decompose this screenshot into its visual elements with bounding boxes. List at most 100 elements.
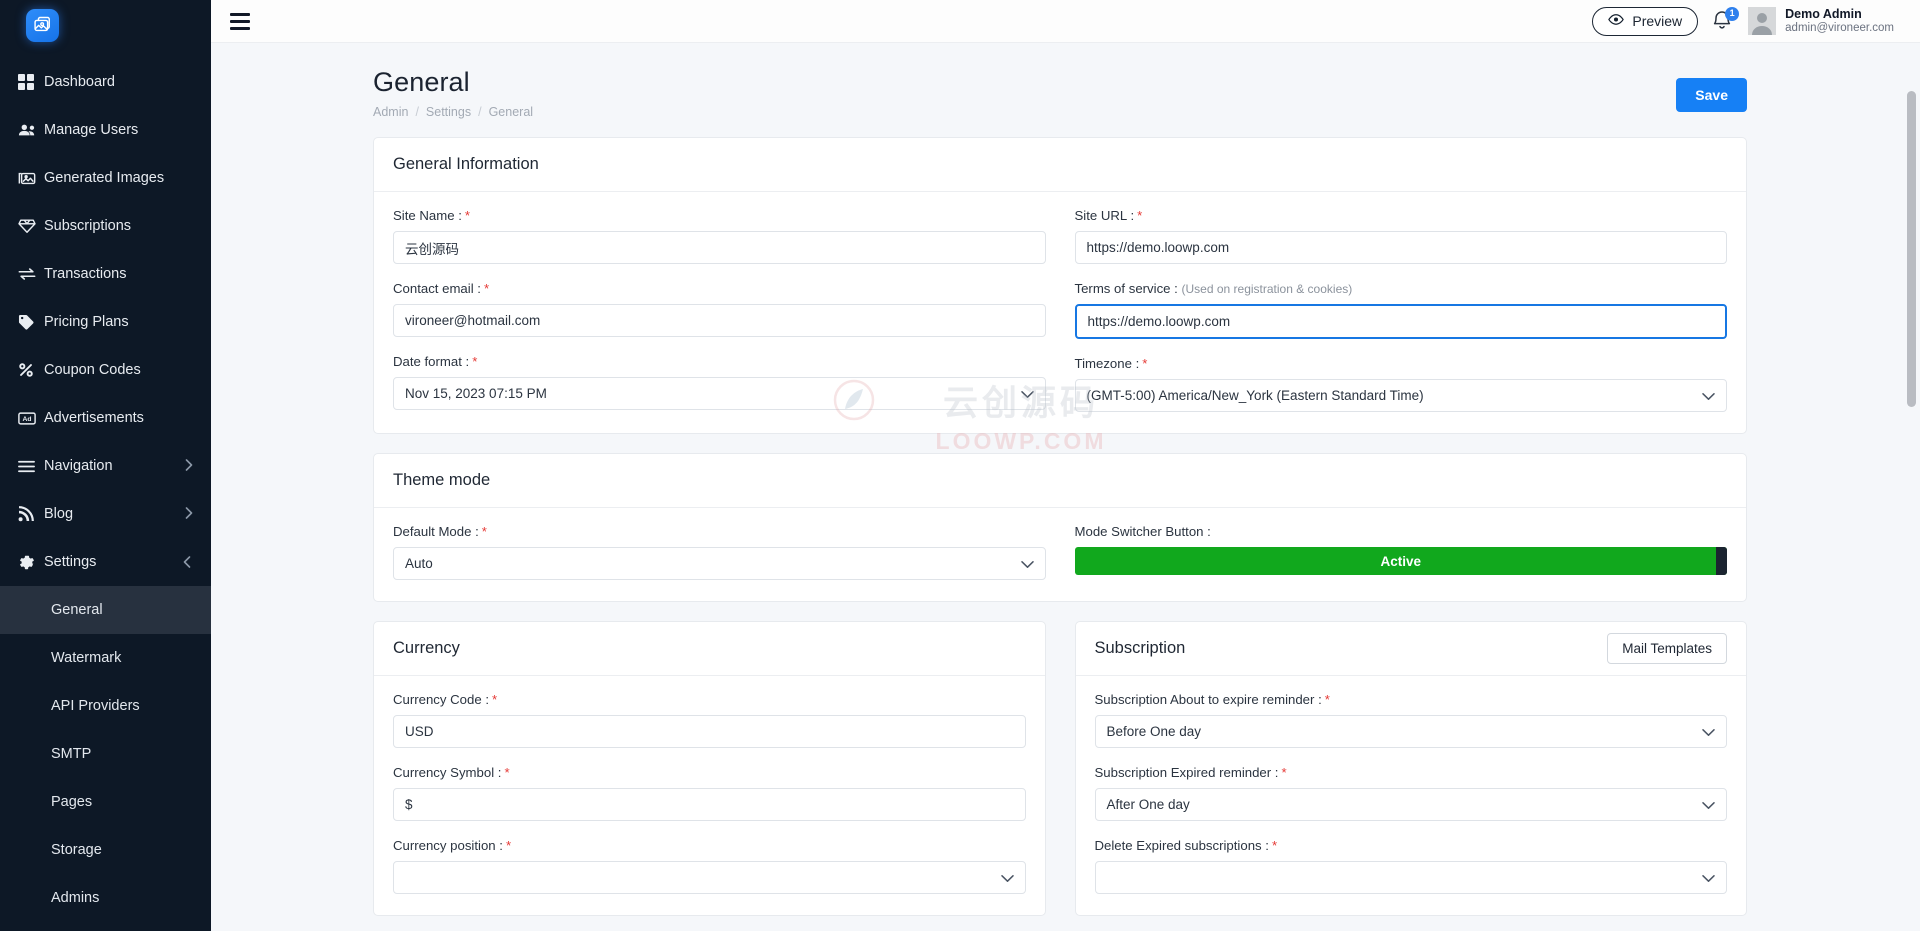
chevron-down-icon xyxy=(1000,870,1014,885)
sidebar-item-storage[interactable]: Storage xyxy=(0,826,211,874)
save-button[interactable]: Save xyxy=(1676,78,1747,112)
photo-icon xyxy=(18,171,44,186)
app-root: Dashboard Manage Users Generated Images … xyxy=(0,0,1920,931)
default-mode-select[interactable]: Auto xyxy=(393,547,1046,580)
sidebar-item-coupon-codes[interactable]: Coupon Codes xyxy=(0,346,211,394)
expired-reminder-select[interactable]: After One day xyxy=(1094,788,1727,821)
sidebar-item-general[interactable]: General xyxy=(0,586,211,634)
bars-icon xyxy=(18,460,44,473)
default-mode-label: Default Mode : * xyxy=(393,524,1046,539)
expired-reminder-label-text: Subscription Expired reminder : xyxy=(1094,765,1279,780)
chevron-down-icon xyxy=(181,556,193,568)
subscription-body: Subscription About to expire reminder : *… xyxy=(1076,676,1747,915)
sidebar-item-pricing-plans[interactable]: Pricing Plans xyxy=(0,298,211,346)
sidebar-subitem-label: API Providers xyxy=(51,698,140,714)
sidebar-item-admins[interactable]: Admins xyxy=(0,874,211,922)
chevron-down-icon xyxy=(1020,556,1034,571)
date-format-value: Nov 15, 2023 07:15 PM xyxy=(405,386,547,401)
sidebar-item-label: Settings xyxy=(44,554,97,570)
sidebar-item-generated-images[interactable]: Generated Images xyxy=(0,154,211,202)
currency-symbol-input[interactable] xyxy=(393,788,1026,821)
main-area: Preview 1 Demo Admin admin@vironeer.com xyxy=(211,0,1920,931)
contact-email-label-text: Contact email : xyxy=(393,281,481,296)
sidebar-item-extensions[interactable]: Extensions xyxy=(0,922,211,931)
date-format-label: Date format : * xyxy=(393,354,1046,369)
sidebar-subitem-label: SMTP xyxy=(51,746,92,762)
timezone-label: Timezone : * xyxy=(1075,356,1728,371)
sidebar-item-dashboard[interactable]: Dashboard xyxy=(0,58,211,106)
sidebar-subitem-label: General xyxy=(51,602,103,618)
sidebar-item-navigation[interactable]: Navigation xyxy=(0,442,211,490)
breadcrumb-separator: / xyxy=(415,105,419,119)
chevron-right-icon xyxy=(185,459,193,473)
sidebar-item-api-providers[interactable]: API Providers xyxy=(0,682,211,730)
site-name-input[interactable] xyxy=(393,231,1046,264)
ad-icon: Ad xyxy=(18,411,44,425)
sidebar-item-settings[interactable]: Settings xyxy=(0,538,211,586)
sidebar-item-blog[interactable]: Blog xyxy=(0,490,211,538)
site-url-input[interactable] xyxy=(1074,231,1727,264)
contact-email-input[interactable] xyxy=(393,304,1046,337)
terms-of-service-input[interactable] xyxy=(1074,304,1727,339)
mode-switcher-toggle[interactable]: Active xyxy=(1074,547,1727,575)
field-about-to-expire: Subscription About to expire reminder : *… xyxy=(1094,692,1727,748)
sidebar-item-label: Subscriptions xyxy=(44,218,132,234)
terms-of-service-hint: (Used on registration & cookies) xyxy=(1181,282,1353,296)
sidebar-item-label: Coupon Codes xyxy=(44,362,141,378)
mode-switcher-state: Active xyxy=(1380,553,1422,569)
date-format-select[interactable]: Nov 15, 2023 07:15 PM xyxy=(393,377,1046,410)
breadcrumb-item-general[interactable]: General xyxy=(489,105,533,119)
sidebar-item-transactions[interactable]: Transactions xyxy=(0,250,211,298)
about-to-expire-value: Before One day xyxy=(1106,724,1202,739)
currency-position-select[interactable] xyxy=(393,861,1026,894)
required-marker: * xyxy=(1142,356,1148,371)
field-timezone: Timezone : * (GMT-5:00) America/New_York … xyxy=(1074,356,1728,412)
terms-of-service-label-text: Terms of service : xyxy=(1074,281,1178,296)
notification-badge: 1 xyxy=(1725,7,1740,21)
chevron-down-icon xyxy=(1702,870,1715,885)
page-title: General xyxy=(373,67,470,97)
hamburger-icon[interactable] xyxy=(225,6,255,36)
sidebar-item-smtp[interactable]: SMTP xyxy=(0,730,211,778)
breadcrumb-item-admin[interactable]: Admin xyxy=(373,105,408,119)
sidebar-item-advertisements[interactable]: Ad Advertisements xyxy=(0,394,211,442)
delete-expired-select[interactable] xyxy=(1094,861,1727,894)
sidebar-subitem-label: Admins xyxy=(51,890,100,906)
sidebar-item-subscriptions[interactable]: Subscriptions xyxy=(0,202,211,250)
brand-logo[interactable] xyxy=(0,0,211,50)
form-row: Default Mode : * Auto Mode Switcher Butt… xyxy=(393,524,1727,580)
sidebar-item-label: Manage Users xyxy=(44,122,139,138)
currency-card: Currency Currency Code : * USD Currency … xyxy=(373,621,1046,916)
svg-text:Ad: Ad xyxy=(23,416,32,423)
field-currency-code: Currency Code : * xyxy=(393,692,1026,748)
timezone-value: (GMT-5:00) America/New_York (Eastern Sta… xyxy=(1086,388,1424,403)
currency-position-label: Currency position : * xyxy=(393,838,1026,853)
preview-button[interactable]: Preview xyxy=(1592,6,1699,36)
timezone-label-text: Timezone : xyxy=(1074,356,1140,371)
scrollbar-thumb[interactable] xyxy=(1907,91,1916,407)
subscription-header: Subscription Mail Templates xyxy=(1075,622,1746,676)
delete-expired-label-text: Delete Expired subscriptions : xyxy=(1094,838,1269,853)
breadcrumb-item-settings[interactable]: Settings xyxy=(426,105,471,119)
subscription-heading: Subscription xyxy=(1094,639,1186,657)
chevron-down-icon xyxy=(1702,388,1715,403)
delete-expired-label: Delete Expired subscriptions : * xyxy=(1095,838,1728,853)
sidebar-item-manage-users[interactable]: Manage Users xyxy=(0,106,211,154)
rss-icon xyxy=(18,506,44,522)
user-menu[interactable]: Demo Admin admin@vironeer.com xyxy=(1748,7,1894,35)
about-to-expire-select[interactable]: Before One day xyxy=(1094,715,1727,748)
sidebar-subitem-label: Storage xyxy=(51,842,102,858)
timezone-select[interactable]: (GMT-5:00) America/New_York (Eastern Sta… xyxy=(1074,379,1727,412)
breadcrumb-separator: / xyxy=(478,105,482,119)
mail-templates-button[interactable]: Mail Templates xyxy=(1607,633,1727,664)
chevron-down-icon xyxy=(1702,797,1715,812)
currency-code-input[interactable] xyxy=(393,715,1026,748)
site-name-label-text: Site Name : xyxy=(393,208,462,223)
subscription-card: Subscription Mail Templates Subscription… xyxy=(1074,621,1747,916)
toggle-knob xyxy=(1716,547,1727,575)
required-marker: * xyxy=(1137,208,1143,223)
sidebar-item-watermark[interactable]: Watermark xyxy=(0,634,211,682)
sidebar-item-pages[interactable]: Pages xyxy=(0,778,211,826)
general-information-body: Site Name : * Contact email : * xyxy=(374,192,1746,433)
notifications-button[interactable]: 1 xyxy=(1712,7,1740,33)
